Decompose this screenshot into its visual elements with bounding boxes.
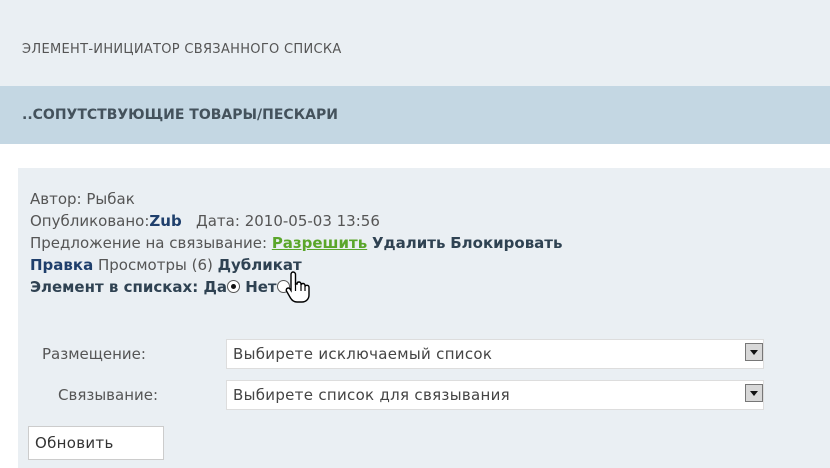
published-user-link[interactable]: Zub (149, 212, 181, 230)
date-value: 2010-05-03 13:56 (244, 212, 380, 230)
in-lists-line: Элемент в списках: Да Нет (30, 278, 290, 296)
yes-radio[interactable] (226, 280, 240, 293)
update-button[interactable]: Обновить (28, 426, 164, 460)
date-label: Дата: (196, 212, 240, 230)
author-value: Рыбак (86, 190, 135, 208)
section-label: элемент-инициатор связанного списка (22, 42, 342, 57)
views-label: Просмотры (6) (98, 256, 213, 274)
linking-label: Связывание: (58, 386, 159, 404)
author-label: Автор: (30, 190, 82, 208)
placement-label: Размещение: (42, 345, 146, 363)
edit-link[interactable]: Правка (30, 256, 93, 274)
delete-link[interactable]: Удалить (372, 234, 445, 252)
author-line: Автор: Рыбак (30, 190, 135, 208)
block-link[interactable]: Блокировать (450, 234, 562, 252)
placement-select[interactable]: Выбирете исключаемый список (226, 339, 764, 369)
in-lists-label: Элемент в списках: (30, 278, 199, 296)
chevron-down-icon[interactable] (745, 384, 763, 402)
hand-cursor-icon (285, 271, 310, 303)
proposal-line: Предложение на связывание: Разрешить Уда… (30, 234, 563, 252)
breadcrumb-bar: ..СОПУТСТВУЮЩИЕ ТОВАРЫ/ПЕСКАРИ (0, 86, 830, 144)
published-label: Опубликовано: (30, 212, 150, 230)
proposal-label: Предложение на связывание: (30, 234, 268, 252)
edit-line: Правка Просмотры (6) Дубликат (30, 256, 302, 274)
published-line: Опубликовано:Zub Дата: 2010-05-03 13:56 (30, 212, 380, 230)
chevron-down-icon[interactable] (745, 343, 763, 361)
section-header: элемент-инициатор связанного списка (0, 0, 830, 86)
linking-select[interactable]: Выбирете список для связывания (226, 380, 764, 410)
placement-value: Выбирете исключаемый список (233, 345, 493, 363)
no-label: Нет (245, 278, 277, 296)
linking-value: Выбирете список для связывания (233, 386, 510, 404)
yes-label: Да (203, 278, 227, 296)
allow-link[interactable]: Разрешить (272, 234, 367, 252)
breadcrumb[interactable]: ..СОПУТСТВУЮЩИЕ ТОВАРЫ/ПЕСКАРИ (22, 107, 338, 123)
